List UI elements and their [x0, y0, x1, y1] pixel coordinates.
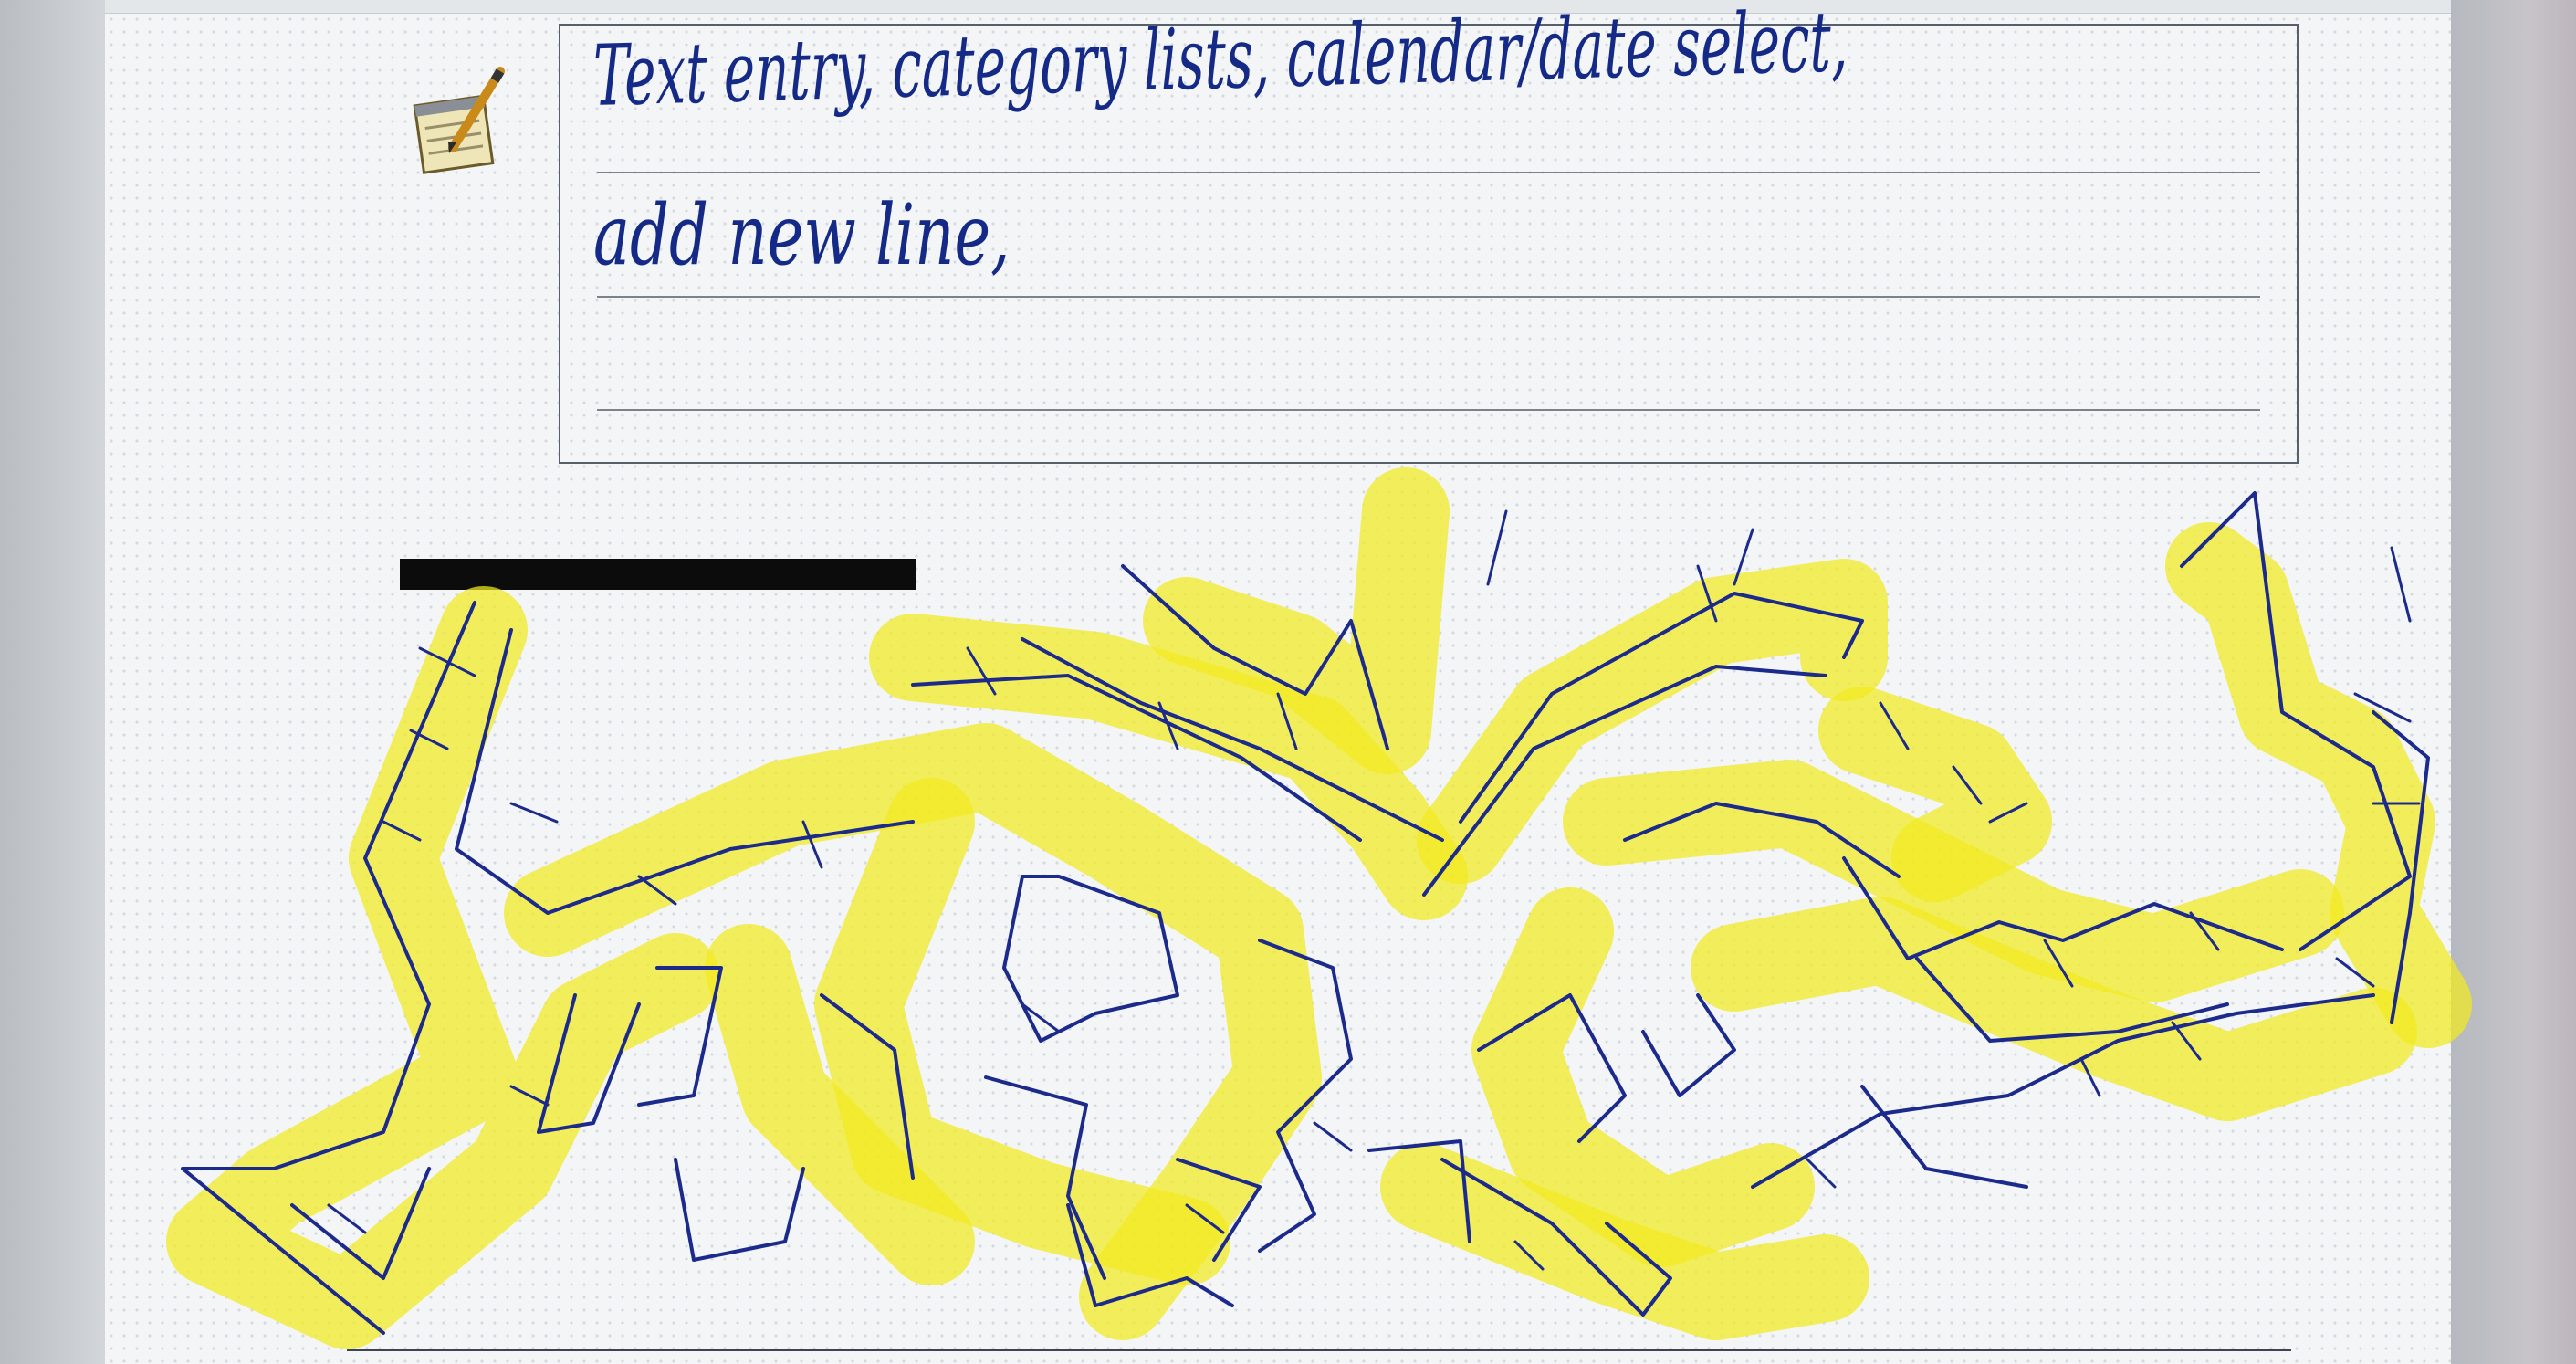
page-divider — [347, 1349, 2291, 1351]
highlighter-scribble — [166, 467, 2472, 1349]
